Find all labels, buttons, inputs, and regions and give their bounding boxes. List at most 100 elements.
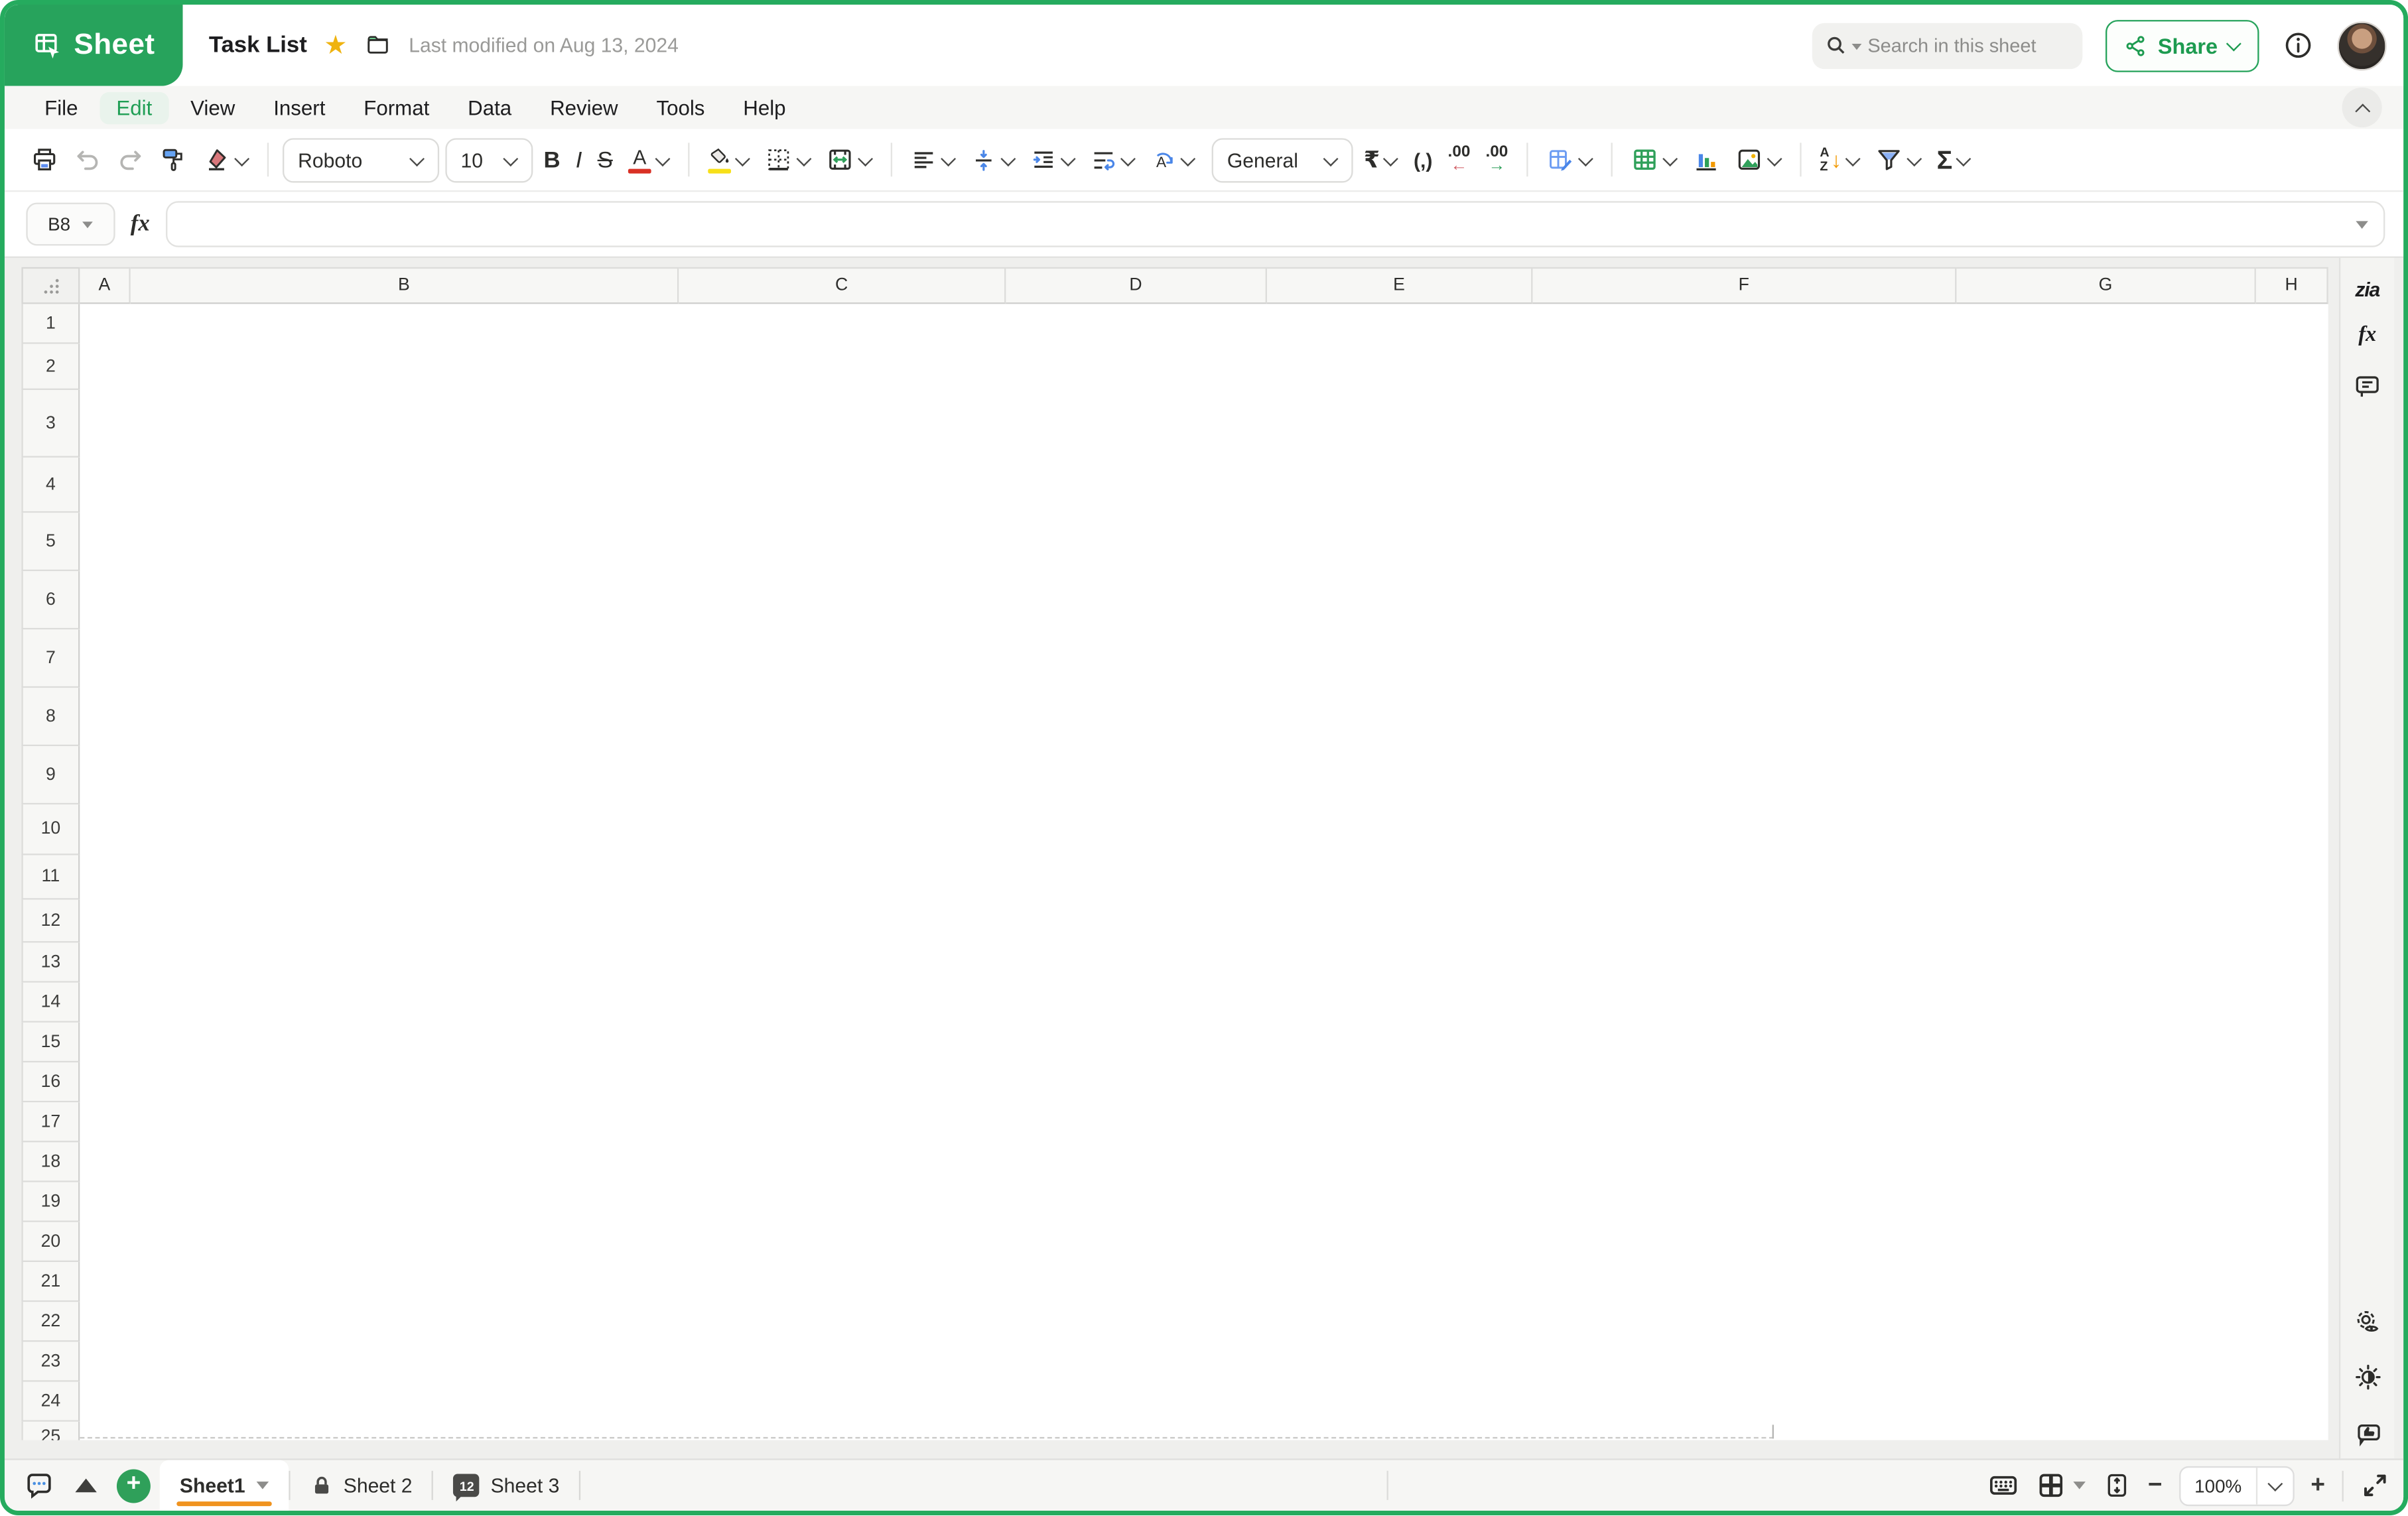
comments-panel-icon[interactable]	[2353, 371, 2382, 401]
fill-color-button[interactable]	[703, 137, 754, 182]
sum-button[interactable]: Σ	[1932, 137, 1975, 182]
strikethrough-button[interactable]: S	[593, 137, 618, 182]
borders-button[interactable]	[760, 137, 815, 182]
menu-edit[interactable]: Edit	[100, 92, 169, 124]
bold-button[interactable]: B	[539, 137, 565, 182]
row-header-12[interactable]: 12	[21, 900, 80, 943]
comma-style-button[interactable]: (,)	[1409, 137, 1437, 182]
menu-tools[interactable]: Tools	[639, 92, 722, 124]
column-header-C[interactable]: C	[679, 267, 1006, 304]
menu-review[interactable]: Review	[533, 92, 635, 124]
row-header-2[interactable]: 2	[21, 344, 80, 390]
column-header-G[interactable]: G	[1956, 267, 2255, 304]
font-family-select[interactable]: Roboto	[283, 137, 439, 182]
tab-sheet2[interactable]: Sheet 2	[290, 1460, 433, 1511]
sort-button[interactable]: AZ ↓	[1815, 137, 1864, 182]
share-button[interactable]: Share	[2106, 19, 2259, 72]
column-header-H[interactable]: H	[2256, 267, 2328, 304]
column-header-E[interactable]: E	[1267, 267, 1533, 304]
number-format-select[interactable]: General	[1212, 137, 1353, 182]
row-header-23[interactable]: 23	[21, 1342, 80, 1381]
select-all-corner[interactable]	[21, 267, 80, 304]
tab-sheet1[interactable]: Sheet1	[160, 1460, 289, 1511]
app-logo[interactable]: Sheet	[5, 5, 183, 86]
cell-name-box[interactable]: B8	[26, 203, 115, 246]
decrease-decimal-button[interactable]: .00←	[1443, 137, 1475, 182]
column-header-A[interactable]: A	[80, 267, 130, 304]
row-header-7[interactable]: 7	[21, 629, 80, 688]
row-header-17[interactable]: 17	[21, 1102, 80, 1142]
feedback-icon[interactable]	[2352, 1416, 2383, 1446]
increase-decimal-button[interactable]: .00→	[1481, 137, 1513, 182]
wrap-text-button[interactable]	[1086, 137, 1140, 182]
freeze-panes-button[interactable]	[2036, 1471, 2085, 1500]
row-header-24[interactable]: 24	[21, 1382, 80, 1422]
functions-panel-icon[interactable]: fx	[2358, 324, 2376, 348]
fullscreen-icon[interactable]	[2360, 1471, 2389, 1500]
print-button[interactable]	[26, 137, 63, 182]
row-header-1[interactable]: 1	[21, 304, 80, 344]
undo-button[interactable]	[69, 137, 106, 182]
row-header-15[interactable]: 15	[21, 1023, 80, 1062]
column-header-B[interactable]: B	[131, 267, 679, 304]
add-sheet-button[interactable]: +	[117, 1468, 151, 1502]
redo-button[interactable]	[112, 137, 149, 182]
currency-format-button[interactable]: ₹	[1359, 137, 1403, 182]
row-header-8[interactable]: 8	[21, 688, 80, 746]
formula-bar-expand-icon[interactable]	[2356, 220, 2368, 228]
font-color-button[interactable]: A	[624, 137, 674, 182]
zoom-in-button[interactable]: +	[2310, 1473, 2325, 1497]
row-header-19[interactable]: 19	[21, 1182, 80, 1222]
row-header-9[interactable]: 9	[21, 746, 80, 804]
horizontal-align-button[interactable]	[906, 137, 960, 182]
tab-sheet3[interactable]: 12 Sheet 3	[434, 1460, 580, 1511]
row-header-14[interactable]: 14	[21, 983, 80, 1023]
grid-canvas[interactable]	[80, 304, 2328, 1440]
insert-table-button[interactable]	[1627, 137, 1682, 182]
row-header-4[interactable]: 4	[21, 458, 80, 513]
row-header-10[interactable]: 10	[21, 804, 80, 855]
info-icon[interactable]	[2282, 29, 2314, 62]
zoom-level-select[interactable]: 100%	[2179, 1466, 2294, 1505]
filter-button[interactable]	[1871, 137, 1926, 182]
conditional-format-button[interactable]	[1542, 137, 1597, 182]
formula-input[interactable]	[165, 201, 2385, 247]
indent-button[interactable]	[1026, 137, 1080, 182]
view-settings-icon[interactable]	[2352, 1308, 2383, 1338]
fit-to-screen-icon[interactable]	[2102, 1471, 2131, 1500]
text-rotation-button[interactable]: A	[1146, 137, 1199, 182]
search-options-dropdown-icon[interactable]	[1852, 43, 1862, 49]
appearance-theme-icon[interactable]	[2352, 1361, 2383, 1392]
sheet-list-icon[interactable]	[75, 1478, 96, 1492]
row-header-5[interactable]: 5	[21, 513, 80, 571]
format-painter-button[interactable]	[155, 137, 192, 182]
row-header-25[interactable]: 25	[21, 1422, 80, 1440]
document-title[interactable]: Task List	[209, 32, 307, 58]
row-header-18[interactable]: 18	[21, 1142, 80, 1182]
menu-view[interactable]: View	[174, 92, 252, 124]
italic-button[interactable]: I	[571, 137, 587, 182]
row-header-16[interactable]: 16	[21, 1062, 80, 1102]
column-header-D[interactable]: D	[1006, 267, 1267, 304]
sheet1-menu-icon[interactable]	[256, 1482, 269, 1489]
row-header-3[interactable]: 3	[21, 390, 80, 458]
search-box[interactable]	[1812, 23, 2082, 68]
column-header-F[interactable]: F	[1532, 267, 1956, 304]
collapse-toolbar-button[interactable]	[2342, 88, 2382, 127]
row-header-21[interactable]: 21	[21, 1262, 80, 1302]
menu-format[interactable]: Format	[347, 92, 446, 124]
menu-help[interactable]: Help	[726, 92, 803, 124]
row-header-11[interactable]: 11	[21, 855, 80, 900]
user-avatar[interactable]	[2338, 21, 2387, 70]
row-header-20[interactable]: 20	[21, 1222, 80, 1262]
row-header-13[interactable]: 13	[21, 942, 80, 982]
chat-bubble-icon[interactable]	[23, 1470, 56, 1502]
font-size-select[interactable]: 10	[445, 137, 533, 182]
favorite-star-icon[interactable]: ★	[324, 32, 347, 58]
keyboard-shortcuts-icon[interactable]	[1987, 1470, 2019, 1502]
folder-icon[interactable]	[364, 32, 392, 58]
insert-image-button[interactable]	[1731, 137, 1786, 182]
eraser-button[interactable]	[198, 137, 253, 182]
menu-file[interactable]: File	[28, 92, 95, 124]
row-header-6[interactable]: 6	[21, 571, 80, 629]
